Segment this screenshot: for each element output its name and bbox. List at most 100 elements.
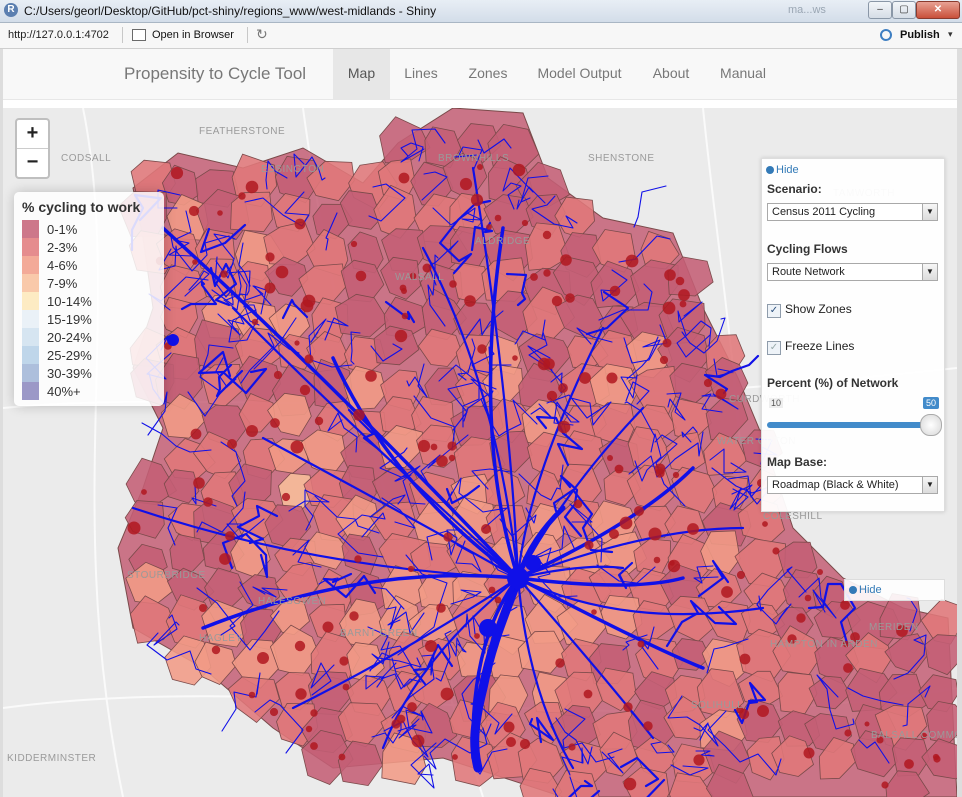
url-field[interactable]: http://127.0.0.1:4702 [8,29,109,41]
zone-centroid [436,603,446,613]
app-icon: R [4,3,18,17]
scenario-value: Census 2011 Cycling [772,206,876,218]
zoom-out-button[interactable]: − [17,149,48,177]
zone-centroid [625,254,639,268]
hide-label[interactable]: Hide [776,164,799,176]
zone-centroid [653,556,661,564]
tab-about[interactable]: About [640,49,702,99]
zone-centroid [245,180,259,194]
zone-centroid [338,753,346,761]
zone-centroid [448,454,456,462]
open-in-browser-button[interactable]: Open in Browser [152,29,234,41]
scenario-select[interactable]: Census 2011 Cycling ▼ [767,203,938,221]
zone-centroid [840,600,850,610]
window-title-bar: R C:/Users/georl/Desktop/GitHub/pct-shin… [0,0,962,23]
hide-label[interactable]: Hide [859,584,882,596]
slider-handle[interactable] [920,414,942,436]
open-in-browser-icon[interactable] [132,29,146,41]
zone-centroid [757,705,769,717]
zone-centroid [512,355,518,361]
zone-centroid [772,547,780,555]
legend-label: 10-14% [47,293,92,309]
tab-zones[interactable]: Zones [457,49,519,99]
legend-label: 20-24% [47,329,92,345]
zone-centroid [269,707,279,717]
zone-centroid [349,611,359,621]
cycling-flows-label: Cycling Flows [767,242,848,256]
legend-item: 15-19% [22,310,156,328]
zone-centroid [225,531,235,541]
zone-centroid [721,586,733,598]
chevron-down-icon[interactable]: ▼ [922,204,937,220]
zone-centroid [470,193,484,207]
zone-centroid [623,702,633,712]
toolbar-divider [122,27,123,43]
publish-icon[interactable] [880,29,892,41]
map-base-select[interactable]: Roadmap (Black & White) ▼ [767,476,938,494]
place-label: MERIDEN [869,622,919,633]
scenario-label: Scenario: [767,182,822,196]
freeze-lines-checkbox[interactable]: ✓ [767,341,781,355]
zone-centroid [537,357,551,371]
refresh-icon[interactable]: ↻ [256,26,268,43]
zone-centroid [555,658,565,668]
zone-centroid [843,663,853,673]
info-icon [766,166,774,174]
cycling-flows-select[interactable]: Route Network ▼ [767,263,938,281]
legend-label: 25-29% [47,347,92,363]
legend-item: 10-14% [22,292,156,310]
close-button[interactable]: ✕ [916,1,960,19]
zone-centroid [614,464,624,474]
slider-value-label: 50 [923,397,940,409]
hide-panel-link[interactable]: Hide [849,584,882,596]
legend-title: % cycling to work [22,199,141,215]
app-brand[interactable]: Propensity to Cycle Tool [124,64,306,84]
zone-centroid [227,439,237,449]
place-label: BARNT GREEN [340,628,418,639]
chevron-down-icon[interactable]: ▼ [922,264,937,280]
zone-centroid [300,299,314,313]
route-hub [479,619,497,637]
zone-centroid [703,378,713,388]
zone-centroid [355,270,367,282]
minimize-button[interactable]: – [868,1,892,19]
chevron-down-icon[interactable]: ▾ [948,29,953,40]
publish-button[interactable]: Publish [900,29,940,41]
zone-centroid [715,388,727,400]
legend-swatch [22,238,39,256]
legend-item: 0-1% [22,220,156,238]
zone-centroid [447,441,457,451]
zone-centroid [584,540,594,550]
percent-network-label: Percent (%) of Network [767,376,899,390]
hide-panel-link[interactable]: Hide [766,164,799,176]
tab-map[interactable]: Map [333,49,390,99]
tab-manual[interactable]: Manual [709,49,777,99]
zone-centroid [394,329,408,343]
tab-model-output[interactable]: Model Output [528,49,631,99]
zoom-in-button[interactable]: + [17,120,48,149]
zone-centroid [506,737,516,747]
zone-centroid [609,529,619,539]
zone-centroid [401,312,409,320]
zone-centroid [199,604,207,612]
percent-network-slider[interactable] [767,422,938,428]
zone-centroid [417,439,431,453]
maximize-button[interactable]: ▢ [892,1,916,19]
chevron-down-icon[interactable]: ▼ [922,477,937,493]
tab-lines[interactable]: Lines [393,49,449,99]
legend-item: 40%+ [22,382,156,400]
show-zones-checkbox[interactable]: ✓ [767,304,781,318]
zone-centroid [817,569,823,575]
place-label: HALESOWEN [258,596,326,607]
zone-centroid [933,755,941,763]
zone-centroid [521,219,529,227]
zone-centroid [693,754,705,766]
zone-centroid [546,390,558,402]
map-area[interactable]: FEATHERSTONE CODSALL ESSINGTON BROWNHILLS SH… [3,108,957,797]
zone-centroid [430,443,438,451]
background-window-label: ma...ws [788,4,826,16]
legend-swatch [22,220,39,238]
zone-centroid [449,280,457,288]
zone-centroid [270,418,280,428]
zone-centroid [342,683,350,691]
